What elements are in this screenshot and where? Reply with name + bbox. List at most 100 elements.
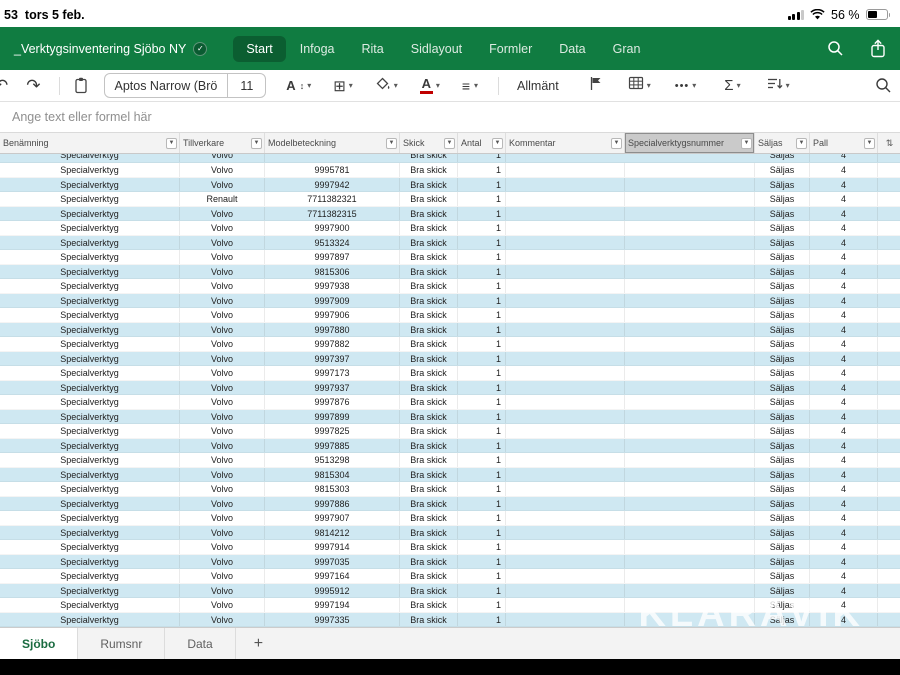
cell[interactable]: Specialverktyg bbox=[0, 511, 180, 525]
cell[interactable]: Säljas bbox=[755, 569, 810, 583]
cell[interactable]: Bra skick bbox=[400, 221, 458, 235]
cell[interactable]: Volvo bbox=[180, 497, 265, 511]
cell[interactable]: Specialverktyg bbox=[0, 192, 180, 206]
font-name-select[interactable]: Aptos Narrow (Brö bbox=[105, 74, 229, 97]
cell[interactable]: 9997876 bbox=[265, 395, 400, 409]
cell[interactable] bbox=[625, 468, 755, 482]
filter-dropdown-icon[interactable]: ▼ bbox=[796, 138, 807, 149]
cell[interactable]: Volvo bbox=[180, 584, 265, 598]
cell[interactable]: Bra skick bbox=[400, 323, 458, 337]
cell[interactable]: 9997335 bbox=[265, 613, 400, 627]
cell[interactable] bbox=[506, 308, 625, 322]
cell[interactable] bbox=[625, 395, 755, 409]
cell[interactable]: 9997882 bbox=[265, 337, 400, 351]
filter-dropdown-icon[interactable]: ▼ bbox=[864, 138, 875, 149]
cell[interactable] bbox=[625, 236, 755, 250]
cell[interactable]: 9995912 bbox=[265, 584, 400, 598]
cell[interactable]: Bra skick bbox=[400, 584, 458, 598]
cell[interactable]: Bra skick bbox=[400, 410, 458, 424]
cell[interactable]: Volvo bbox=[180, 352, 265, 366]
cell[interactable]: 4 bbox=[810, 584, 878, 598]
cell[interactable] bbox=[506, 366, 625, 380]
cell[interactable]: Volvo bbox=[180, 279, 265, 293]
cell[interactable] bbox=[506, 453, 625, 467]
cell[interactable]: Volvo bbox=[180, 250, 265, 264]
table-row[interactable]: SpecialverktygVolvo9997914Bra skick1Sälj… bbox=[0, 540, 900, 555]
cell[interactable]: Volvo bbox=[180, 236, 265, 250]
cell[interactable]: Säljas bbox=[755, 250, 810, 264]
cell[interactable]: Specialverktyg bbox=[0, 294, 180, 308]
cell[interactable]: 9997899 bbox=[265, 410, 400, 424]
table-row[interactable]: SpecialverktygVolvo9997909Bra skick1Sälj… bbox=[0, 294, 900, 309]
table-row[interactable]: SpecialverktygVolvo9815306Bra skick1Sälj… bbox=[0, 265, 900, 280]
cell[interactable]: 4 bbox=[810, 439, 878, 453]
cell[interactable]: Volvo bbox=[180, 265, 265, 279]
cell[interactable]: 1 bbox=[458, 163, 506, 177]
cell[interactable]: Bra skick bbox=[400, 569, 458, 583]
cell[interactable]: Specialverktyg bbox=[0, 526, 180, 540]
cell[interactable]: 9997914 bbox=[265, 540, 400, 554]
table-row[interactable]: SpecialverktygVolvo9815304Bra skick1Sälj… bbox=[0, 468, 900, 483]
cell[interactable]: Volvo bbox=[180, 511, 265, 525]
cell[interactable]: Bra skick bbox=[400, 250, 458, 264]
cell[interactable]: Bra skick bbox=[400, 352, 458, 366]
sheet-tab-rumsnr[interactable]: Rumsnr bbox=[78, 628, 165, 659]
cell[interactable]: Specialverktyg bbox=[0, 569, 180, 583]
cell[interactable]: 4 bbox=[810, 453, 878, 467]
cell[interactable]: 4 bbox=[810, 250, 878, 264]
cell[interactable]: Volvo bbox=[180, 308, 265, 322]
cell[interactable]: 1 bbox=[458, 294, 506, 308]
cell[interactable] bbox=[506, 439, 625, 453]
cell[interactable]: 1 bbox=[458, 569, 506, 583]
table-row[interactable]: SpecialverktygVolvo9997900Bra skick1Sälj… bbox=[0, 221, 900, 236]
cell[interactable] bbox=[506, 497, 625, 511]
cell[interactable]: Specialverktyg bbox=[0, 453, 180, 467]
cell[interactable]: Säljas bbox=[755, 178, 810, 192]
cell[interactable]: Volvo bbox=[180, 294, 265, 308]
cell[interactable]: 9997880 bbox=[265, 323, 400, 337]
column-header-s-ljas[interactable]: Säljas▼ bbox=[755, 133, 810, 153]
cell[interactable]: 1 bbox=[458, 308, 506, 322]
cell[interactable]: 9995781 bbox=[265, 163, 400, 177]
cell[interactable]: 9997907 bbox=[265, 511, 400, 525]
filter-dropdown-icon[interactable]: ▼ bbox=[492, 138, 503, 149]
cell[interactable]: Specialverktyg bbox=[0, 221, 180, 235]
cell[interactable] bbox=[625, 598, 755, 612]
cell[interactable]: 1 bbox=[458, 265, 506, 279]
cell[interactable] bbox=[625, 381, 755, 395]
cell[interactable]: Renault bbox=[180, 192, 265, 206]
table-row[interactable]: SpecialverktygVolvo9997885Bra skick1Sälj… bbox=[0, 439, 900, 454]
cell[interactable] bbox=[506, 511, 625, 525]
sheet-tab-data[interactable]: Data bbox=[165, 628, 235, 659]
cell[interactable]: Volvo bbox=[180, 453, 265, 467]
cell[interactable]: 4 bbox=[810, 352, 878, 366]
cell[interactable]: Säljas bbox=[755, 497, 810, 511]
cell[interactable] bbox=[506, 192, 625, 206]
cell[interactable]: Specialverktyg bbox=[0, 497, 180, 511]
cell[interactable]: 1 bbox=[458, 555, 506, 569]
cell[interactable] bbox=[506, 352, 625, 366]
cell[interactable]: Bra skick bbox=[400, 526, 458, 540]
cell[interactable] bbox=[625, 323, 755, 337]
table-row[interactable]: SpecialverktygVolvo9995781Bra skick1Sälj… bbox=[0, 163, 900, 178]
cell[interactable] bbox=[506, 395, 625, 409]
cell[interactable]: Säljas bbox=[755, 410, 810, 424]
cell[interactable]: 4 bbox=[810, 221, 878, 235]
cell[interactable]: 9997173 bbox=[265, 366, 400, 380]
table-row[interactable]: SpecialverktygVolvo9997938Bra skick1Sälj… bbox=[0, 279, 900, 294]
cell[interactable]: Specialverktyg bbox=[0, 207, 180, 221]
cell[interactable]: Volvo bbox=[180, 323, 265, 337]
cell[interactable]: 1 bbox=[458, 207, 506, 221]
ribbon-tab-data[interactable]: Data bbox=[546, 36, 598, 62]
cell[interactable]: Säljas bbox=[755, 352, 810, 366]
ribbon-tab-infoga[interactable]: Infoga bbox=[287, 36, 348, 62]
column-header-skick[interactable]: Skick▼ bbox=[400, 133, 458, 153]
cell[interactable]: Specialverktyg bbox=[0, 279, 180, 293]
cell[interactable]: 4 bbox=[810, 482, 878, 496]
cell[interactable]: 4 bbox=[810, 279, 878, 293]
borders-button[interactable]: ⊞ ▾ bbox=[333, 77, 353, 95]
table-row[interactable]: SpecialverktygVolvo9815303Bra skick1Sälj… bbox=[0, 482, 900, 497]
sort-filter-button[interactable]: ▾ bbox=[767, 77, 790, 95]
cell[interactable]: 9997164 bbox=[265, 569, 400, 583]
cell[interactable]: 9997194 bbox=[265, 598, 400, 612]
